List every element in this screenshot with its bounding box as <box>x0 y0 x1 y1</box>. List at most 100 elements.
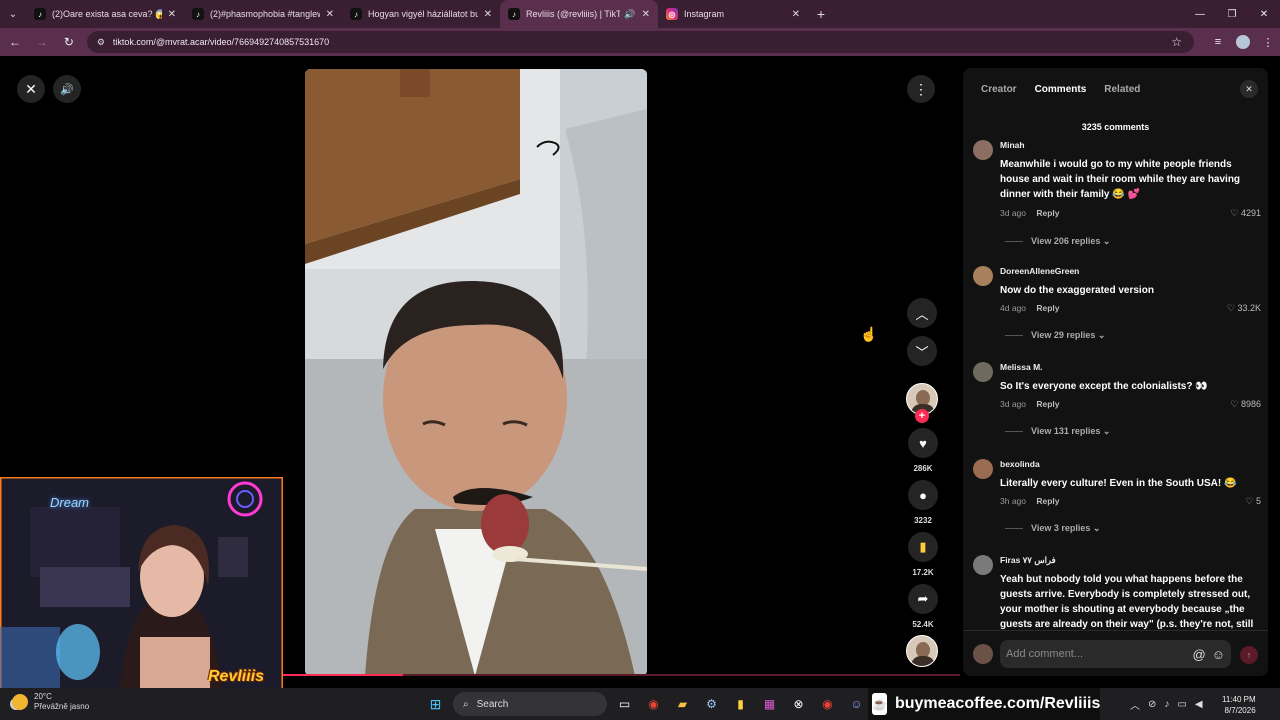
comment-author[interactable]: Firas ﻓﺮاس ٧٧ <box>1000 555 1056 566</box>
xbox-icon[interactable]: ⊗ <box>787 693 810 716</box>
tiktok-icon: ♪ <box>508 8 520 20</box>
media-icon[interactable]: ≡ <box>1206 36 1230 48</box>
webcam-frame <box>0 477 283 692</box>
browser-tab-1[interactable]: ♪ (2)Oare exista asa ceva? 😱😱😱 ✕ <box>26 0 184 28</box>
comment-author[interactable]: Melissa M. <box>1000 362 1043 372</box>
browser-tab-3[interactable]: ♪ Hogyan vigyél háziállatot buli ✕ <box>342 0 500 28</box>
back-arrow-icon[interactable]: ← <box>3 30 27 54</box>
more-options-button[interactable]: ⋮ <box>907 75 935 103</box>
comment-meta: 3h ago Reply <box>1000 496 1060 506</box>
weather-widget[interactable]: 20°C Převážně jasno <box>12 692 89 712</box>
bookmark-icon[interactable]: ▮ <box>908 532 938 562</box>
comment-like[interactable]: ♡ 33.2K <box>1227 303 1261 314</box>
share-action[interactable]: ➦ 52.4K <box>906 584 940 629</box>
task-view-icon[interactable]: ▭ <box>613 693 636 716</box>
emoji-icon[interactable]: ☺ <box>1212 647 1225 662</box>
speaker-icon[interactable]: ◀ <box>1195 699 1203 710</box>
chevron-up-icon: ︿ <box>915 306 929 322</box>
comment-avatar[interactable] <box>973 266 993 286</box>
tab-creator[interactable]: Creator <box>981 84 1017 95</box>
chevron-up-icon[interactable]: ︿ <box>1130 697 1140 712</box>
chrome-icon[interactable]: ◉ <box>642 693 665 716</box>
view-replies-button[interactable]: View 3 replies ⌄ <box>1005 523 1100 534</box>
reply-button[interactable]: Reply <box>1036 399 1059 409</box>
follow-plus-icon[interactable]: + <box>915 409 929 423</box>
like-action[interactable]: ♥ 286K <box>906 428 940 473</box>
browser-tab-2[interactable]: ♪ (2)#phasmophobia #tanglewood ✕ <box>184 0 342 28</box>
tab-close-icon[interactable]: ✕ <box>326 9 334 20</box>
browser-tab-5[interactable]: ◎ Instagram ✕ <box>658 0 808 28</box>
site-info-icon[interactable]: ⚙ <box>97 37 105 48</box>
sticky-notes-icon[interactable]: ▮ <box>729 693 752 716</box>
tab-close-icon[interactable]: ✕ <box>168 9 176 20</box>
reply-button[interactable]: Reply <box>1036 496 1059 506</box>
restore-icon[interactable]: ❐ <box>1216 0 1248 28</box>
tab-close-icon[interactable]: ✕ <box>484 9 492 20</box>
settings-gear-icon[interactable]: ⚙ <box>700 693 723 716</box>
save-count: 17.2K <box>912 568 934 577</box>
share-arrow-icon[interactable]: ➦ <box>908 584 938 614</box>
comment-author[interactable]: Minah <box>1000 140 1025 150</box>
heart-icon[interactable]: ♥ <box>908 428 938 458</box>
next-video-button[interactable]: ﹀ <box>907 336 937 366</box>
tab-title: (2)Oare exista asa ceva? 😱😱😱 <box>52 8 162 19</box>
app-grid-icon[interactable]: ▦ <box>758 693 781 716</box>
speaker-icon[interactable]: 🔊 <box>624 9 635 20</box>
video-player[interactable] <box>305 69 647 676</box>
comment-avatar[interactable] <box>973 459 993 479</box>
sound-avatar[interactable] <box>906 635 938 667</box>
send-comment-button[interactable]: ↑ <box>1240 646 1258 664</box>
mic-icon[interactable]: ♪ <box>1164 699 1169 710</box>
minimize-icon[interactable]: — <box>1184 0 1216 28</box>
taskbar-search[interactable]: ⌕ Search <box>453 692 607 716</box>
tab-comments[interactable]: Comments <box>1035 84 1087 95</box>
comment-avatar[interactable] <box>973 140 993 160</box>
comment-avatar[interactable] <box>973 555 993 575</box>
comments-list[interactable]: Minah Meanwhile i would go to my white p… <box>963 138 1268 630</box>
comment-author[interactable]: bexolinda <box>1000 459 1040 469</box>
reply-button[interactable]: Reply <box>1036 303 1059 313</box>
browser-tab-4[interactable]: ♪ Revliiis (@revliiis) | TikTok 🔊 ✕ <box>500 0 658 28</box>
tab-close-icon[interactable]: ✕ <box>642 9 650 20</box>
comment-like[interactable]: ♡ 8986 <box>1230 399 1261 410</box>
new-tab-button[interactable]: + <box>808 6 834 22</box>
like-count: 286K <box>913 464 933 473</box>
display-icon[interactable]: ▭ <box>1177 699 1186 710</box>
discord-icon[interactable]: ☺ <box>845 693 868 716</box>
bookmark-star-icon[interactable]: ☆ <box>1171 35 1182 49</box>
comment-avatar[interactable] <box>973 362 993 382</box>
chrome-active-icon[interactable]: ◉ <box>816 693 839 716</box>
save-action[interactable]: ▮ 17.2K <box>906 532 940 577</box>
close-video-button[interactable]: ✕ <box>17 75 45 103</box>
view-replies-button[interactable]: View 206 replies ⌄ <box>1005 236 1110 247</box>
profile-avatar[interactable] <box>1236 35 1250 49</box>
comment-like-count: 5 <box>1255 496 1261 506</box>
window-close-icon[interactable]: ✕ <box>1248 0 1280 28</box>
comment-bubble-icon[interactable]: ● <box>908 480 938 510</box>
network-off-icon[interactable]: ⊘ <box>1148 699 1156 710</box>
url-field[interactable]: ⚙ tiktok.com/@mvrat.acar/video/766949274… <box>86 31 1194 53</box>
view-replies-button[interactable]: View 131 replies ⌄ <box>1005 426 1110 437</box>
tab-close-icon[interactable]: ✕ <box>792 9 800 20</box>
forward-arrow-icon[interactable]: → <box>30 30 54 54</box>
comment-like[interactable]: ♡ 4291 <box>1230 208 1261 219</box>
windows-start-icon[interactable]: ⊞ <box>424 693 447 716</box>
reply-button[interactable]: Reply <box>1036 208 1059 218</box>
view-replies-button[interactable]: View 29 replies ⌄ <box>1005 330 1105 341</box>
system-clock[interactable]: 11:40 PM 8/7/2026 <box>1222 694 1256 716</box>
menu-dots-icon[interactable]: ⋮ <box>1256 36 1280 49</box>
panel-close-icon[interactable]: ✕ <box>1240 80 1258 98</box>
mention-icon[interactable]: @ <box>1193 647 1206 662</box>
comment-action[interactable]: ● 3232 <box>906 480 940 525</box>
file-explorer-icon[interactable]: ▰ <box>671 693 694 716</box>
comment-author[interactable]: DoreenAlleneGreen <box>1000 266 1079 276</box>
comment-like[interactable]: ♡ 5 <box>1245 496 1261 507</box>
tab-related[interactable]: Related <box>1104 84 1140 95</box>
reload-icon[interactable]: ↻ <box>57 30 81 54</box>
tab-search-icon[interactable]: ⌄ <box>0 0 26 28</box>
add-comment-input[interactable] <box>1006 648 1176 660</box>
add-comment-box[interactable]: @ ☺ <box>1000 640 1231 668</box>
tab-title: Revliiis (@revliiis) | TikTok <box>526 9 621 19</box>
previous-video-button[interactable]: ︿ <box>907 298 937 328</box>
volume-button[interactable]: 🔊 <box>53 75 81 103</box>
